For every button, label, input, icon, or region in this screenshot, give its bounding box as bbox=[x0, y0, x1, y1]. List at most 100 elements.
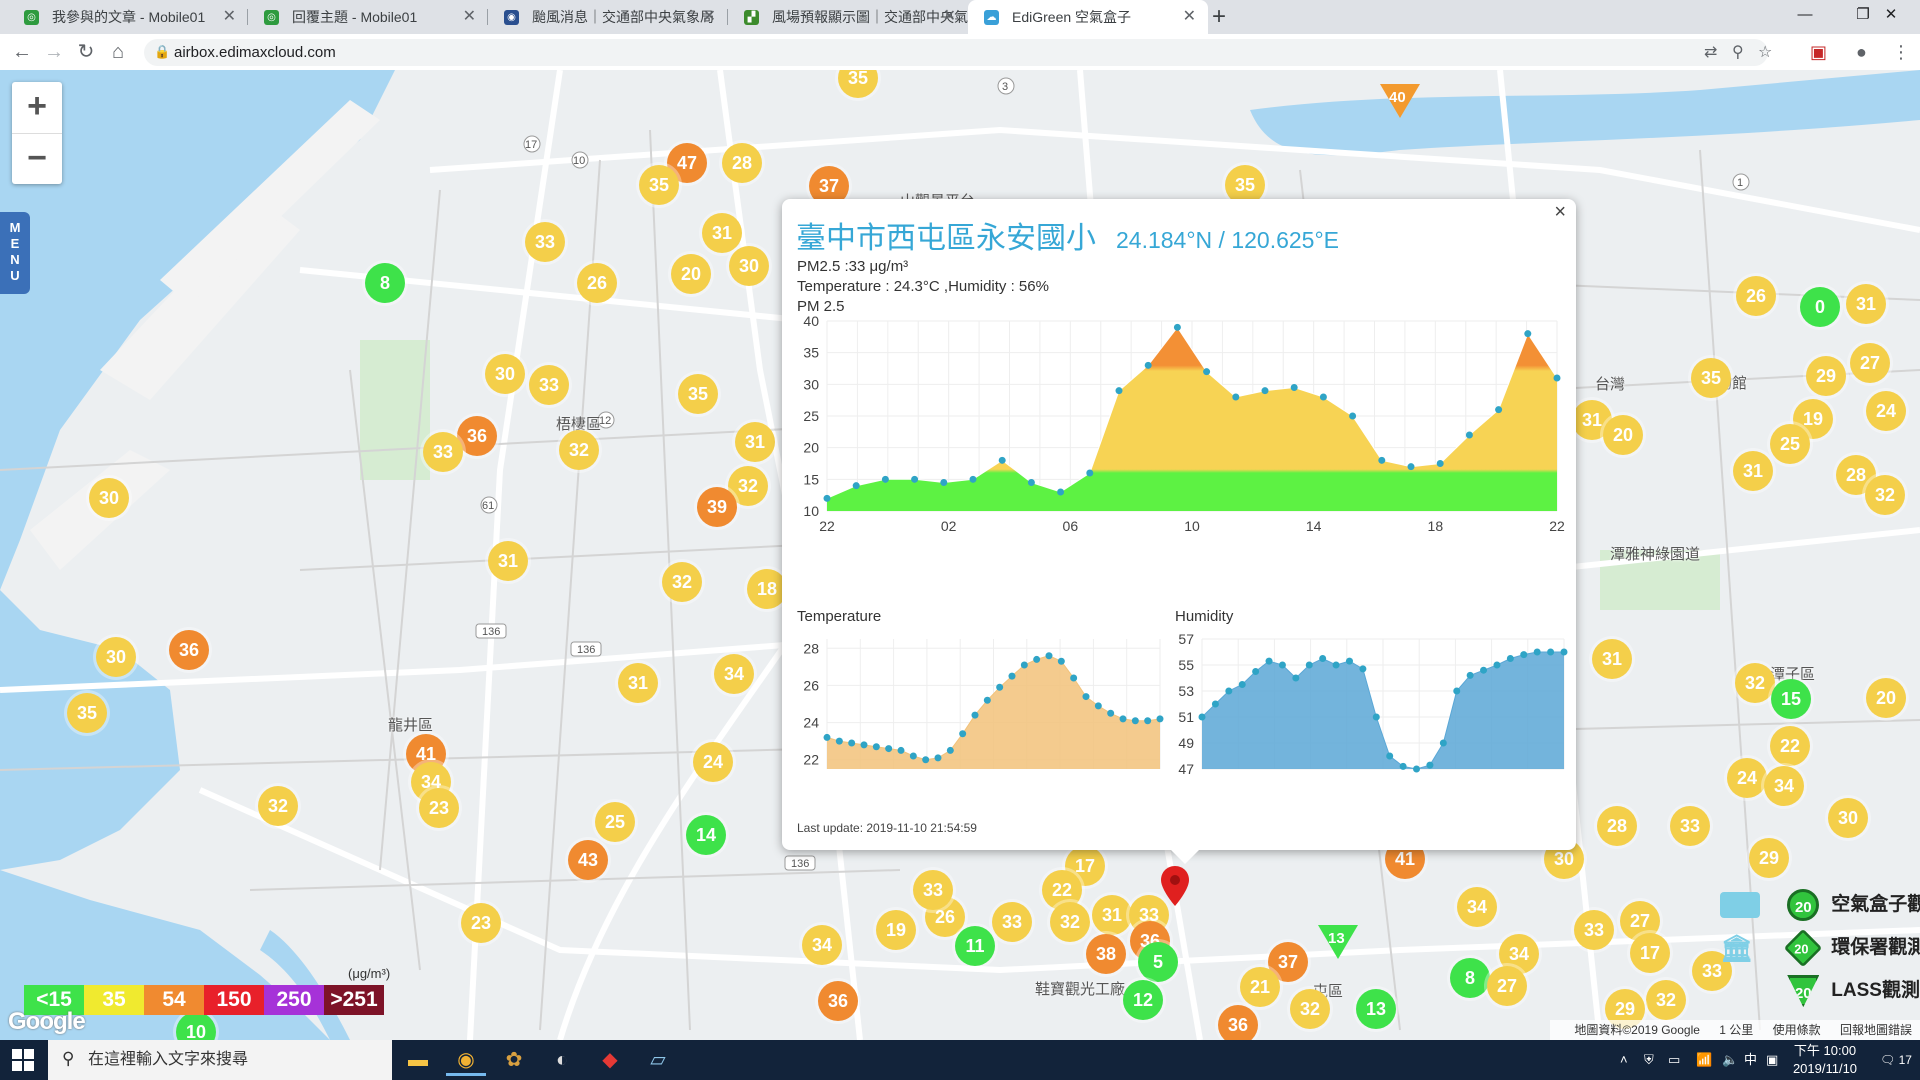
translate-icon[interactable]: ⇄ bbox=[1704, 42, 1717, 63]
aqi-marker[interactable]: 31 bbox=[1846, 284, 1886, 324]
aqi-marker[interactable]: 20 bbox=[1603, 415, 1643, 455]
bookmark-star-icon[interactable]: ☆ bbox=[1758, 42, 1772, 63]
aqi-marker[interactable]: 33 bbox=[525, 222, 565, 262]
aqi-marker[interactable]: 34 bbox=[802, 925, 842, 965]
aqi-marker[interactable]: 34 bbox=[1764, 766, 1804, 806]
menu-dots-icon[interactable]: ⋮ bbox=[1892, 41, 1910, 63]
aqi-marker[interactable]: 29 bbox=[1749, 838, 1789, 878]
aqi-marker[interactable]: 32 bbox=[1865, 475, 1905, 515]
aqi-marker[interactable]: 22 bbox=[1770, 726, 1810, 766]
aqi-marker[interactable]: 34 bbox=[1457, 887, 1497, 927]
aqi-marker[interactable]: 31 bbox=[1592, 639, 1632, 679]
aqi-marker[interactable]: 19 bbox=[876, 910, 916, 950]
aqi-marker[interactable]: 23 bbox=[461, 903, 501, 943]
notification-center[interactable]: 🗨 17 bbox=[1880, 1040, 1912, 1080]
aqi-marker[interactable]: 35 bbox=[639, 165, 679, 205]
reload-icon[interactable]: ↻ bbox=[72, 38, 100, 66]
aqi-marker[interactable]: 35 bbox=[678, 374, 718, 414]
aqi-marker[interactable]: 26 bbox=[1736, 276, 1776, 316]
popup-close-button[interactable]: × bbox=[1554, 201, 1566, 224]
close-tab-icon[interactable]: ✕ bbox=[1183, 0, 1196, 34]
zoom-in-button[interactable]: + bbox=[12, 82, 62, 134]
aqi-marker[interactable]: 25 bbox=[595, 802, 635, 842]
aqi-marker[interactable]: 38 bbox=[1086, 934, 1126, 974]
aqi-marker[interactable]: 31 bbox=[488, 541, 528, 581]
tray-keyboard-icon[interactable]: ▣ bbox=[1766, 1040, 1778, 1080]
aqi-marker[interactable]: 32 bbox=[1646, 980, 1686, 1020]
aqi-marker[interactable]: 15 bbox=[1771, 679, 1811, 719]
aqi-marker[interactable]: 32 bbox=[559, 430, 599, 470]
aqi-marker[interactable]: 32 bbox=[1735, 663, 1775, 703]
home-icon[interactable]: ⌂ bbox=[104, 38, 132, 66]
tray-chevron-icon[interactable]: ˄ bbox=[1620, 1040, 1628, 1080]
lock-icon[interactable]: 🔒 bbox=[154, 44, 170, 60]
app-icon-3[interactable]: ✿ bbox=[494, 1044, 534, 1076]
aqi-marker[interactable]: 0 bbox=[1800, 287, 1840, 327]
tab-cwb-wind[interactable]: ▞ 風場預報顯示圖｜交通部中央氣象局 ✕ bbox=[728, 0, 968, 34]
app-icon-4[interactable]: ◐ bbox=[542, 1044, 582, 1076]
aqi-marker[interactable]: 27 bbox=[1850, 343, 1890, 383]
menu-tab[interactable]: MENU bbox=[0, 212, 30, 294]
file-explorer-icon[interactable]: ▬ bbox=[398, 1044, 438, 1076]
aqi-marker[interactable]: 31 bbox=[702, 213, 742, 253]
aqi-marker[interactable]: 21 bbox=[1240, 967, 1280, 1007]
tray-network-icon[interactable]: 📶 bbox=[1696, 1040, 1712, 1080]
aqi-marker[interactable]: 30 bbox=[89, 478, 129, 518]
map-scale[interactable]: 1 公里 bbox=[1719, 1023, 1753, 1037]
aqi-marker[interactable]: 31 bbox=[735, 422, 775, 462]
new-tab-button[interactable]: + bbox=[1212, 0, 1226, 34]
aqi-marker[interactable]: 39 bbox=[697, 487, 737, 527]
taskbar-search[interactable]: ⚲ 在這裡輸入文字來搜尋 bbox=[48, 1040, 392, 1080]
profile-icon[interactable]: ● bbox=[1856, 41, 1867, 63]
aqi-marker[interactable]: 36 bbox=[457, 416, 497, 456]
aqi-marker[interactable]: 30 bbox=[485, 354, 525, 394]
aqi-marker[interactable]: 36 bbox=[1218, 1005, 1258, 1040]
zoom-icon[interactable]: ⚲ bbox=[1732, 42, 1744, 63]
aqi-marker[interactable]: 24 bbox=[1866, 391, 1906, 431]
pdf-reader-icon[interactable]: ◆ bbox=[590, 1044, 630, 1076]
aqi-marker[interactable]: 33 bbox=[992, 902, 1032, 942]
aqi-marker[interactable]: 12 bbox=[1123, 980, 1163, 1020]
aqi-marker[interactable]: 36 bbox=[818, 981, 858, 1021]
aqi-marker[interactable]: 33 bbox=[913, 870, 953, 910]
input-method-indicator[interactable]: 中 bbox=[1744, 1040, 1757, 1080]
report-error-link[interactable]: 回報地圖錯誤 bbox=[1840, 1023, 1912, 1037]
aqi-marker[interactable]: 27 bbox=[1487, 966, 1527, 1006]
aqi-marker[interactable]: 24 bbox=[693, 742, 733, 782]
aqi-marker[interactable]: 32 bbox=[1290, 989, 1330, 1029]
taskbar-clock[interactable]: 下午 10:00 2019/11/10 bbox=[1782, 1042, 1868, 1078]
aqi-marker[interactable]: 35 bbox=[67, 693, 107, 733]
aqi-marker[interactable]: 26 bbox=[577, 263, 617, 303]
aqi-marker[interactable]: 36 bbox=[169, 630, 209, 670]
aqi-marker[interactable]: 31 bbox=[618, 663, 658, 703]
tab-cwb-typhoon[interactable]: ◉ 颱風消息｜交通部中央氣象局 ✕ bbox=[488, 0, 728, 34]
back-icon[interactable]: ← bbox=[8, 38, 36, 66]
chrome-icon[interactable]: ◉ bbox=[446, 1044, 486, 1076]
tray-security-icon[interactable]: ⛨ bbox=[1644, 1040, 1654, 1080]
windows-start-icon[interactable] bbox=[12, 1049, 34, 1071]
terms-link[interactable]: 使用條款 bbox=[1773, 1023, 1821, 1037]
aqi-marker[interactable]: 8 bbox=[365, 263, 405, 303]
aqi-marker[interactable]: 5 bbox=[1138, 942, 1178, 982]
aqi-marker[interactable]: 43 bbox=[568, 840, 608, 880]
close-tab-icon[interactable]: ✕ bbox=[223, 0, 236, 34]
aqi-marker[interactable]: 33 bbox=[529, 365, 569, 405]
aqi-marker[interactable]: 32 bbox=[1050, 902, 1090, 942]
aqi-marker[interactable]: 34 bbox=[714, 654, 754, 694]
aqi-marker[interactable]: 32 bbox=[258, 786, 298, 826]
taskbar-search-placeholder[interactable]: 在這裡輸入文字來搜尋 bbox=[88, 1040, 248, 1080]
aqi-marker[interactable]: 17 bbox=[1630, 933, 1670, 973]
close-tab-icon[interactable]: ✕ bbox=[463, 0, 476, 34]
extension-icon[interactable]: ▣ bbox=[1810, 41, 1827, 63]
aqi-marker[interactable]: 14 bbox=[686, 815, 726, 855]
station-legend-epa[interactable]: 🏛 20 環保署觀測站 bbox=[1720, 928, 1920, 968]
tab-mobile01-reply[interactable]: ◎ 回覆主題 - Mobile01 ✕ bbox=[248, 0, 488, 34]
aqi-marker[interactable]: 13 bbox=[1356, 989, 1396, 1029]
selected-location-pin[interactable] bbox=[1161, 866, 1189, 906]
aqi-marker[interactable]: 30 bbox=[1828, 798, 1868, 838]
forward-icon[interactable]: → bbox=[40, 38, 68, 66]
aqi-marker[interactable]: 33 bbox=[1574, 910, 1614, 950]
aqi-marker[interactable]: 32 bbox=[662, 562, 702, 602]
tab-mobile01-articles[interactable]: ◎ 我參與的文章 - Mobile01 ✕ bbox=[8, 0, 248, 34]
aqi-marker[interactable]: 31 bbox=[1733, 451, 1773, 491]
